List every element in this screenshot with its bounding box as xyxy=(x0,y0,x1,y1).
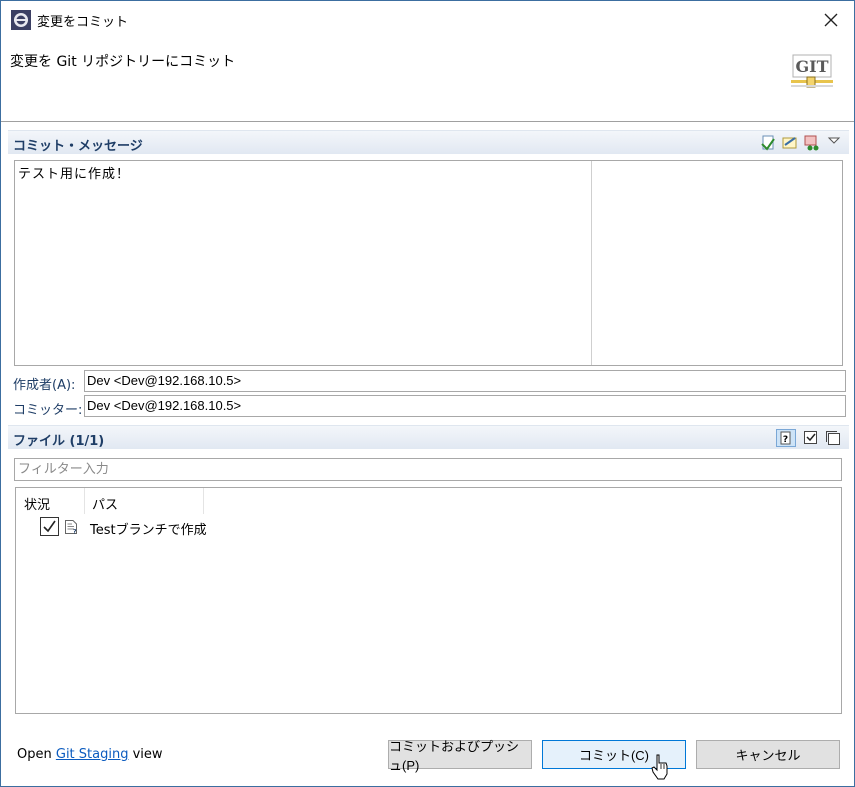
svg-text:?: ? xyxy=(73,529,77,535)
commit-message-editor[interactable]: テスト用に作成！ xyxy=(14,160,843,366)
column-header-status[interactable]: 状況 xyxy=(24,494,50,513)
window-title: 変更をコミット xyxy=(37,15,129,30)
check-icon xyxy=(43,520,56,533)
git-staging-link[interactable]: Git Staging xyxy=(56,747,129,762)
author-label: 作成者(A): xyxy=(13,378,76,393)
files-section-header: ファイル (1/1) ? xyxy=(8,425,849,449)
open-staging-view: Open Git Staging view xyxy=(17,747,163,762)
svg-text:?: ? xyxy=(783,435,788,445)
deselect-all-icon[interactable] xyxy=(825,430,841,446)
column-header-path[interactable]: パス xyxy=(92,494,118,513)
committer-field[interactable]: Dev <Dev@192.168.10.5> xyxy=(84,395,846,417)
commit-and-push-button[interactable]: コミットおよびプッシュ(P) xyxy=(388,739,532,773)
committer-label: コミッター: xyxy=(13,403,83,418)
title-bar[interactable]: 変更をコミット xyxy=(1,1,854,39)
cancel-button[interactable]: キャンセル xyxy=(696,740,840,769)
column-divider[interactable] xyxy=(84,488,85,514)
file-table: 状況 パス ? Testブランチで作成 xyxy=(15,487,842,714)
svg-text:GIT: GIT xyxy=(795,57,828,76)
amend-icon[interactable] xyxy=(760,135,776,151)
column-divider[interactable] xyxy=(203,488,204,514)
message-margin-divider xyxy=(591,161,592,365)
change-id-icon[interactable] xyxy=(804,135,820,151)
commit-dialog: 変更をコミット 変更を Git リポジトリーにコミット GIT コミット・メッセ… xyxy=(0,0,855,787)
git-logo-icon: GIT xyxy=(791,54,833,88)
header-description: 変更を Git リポジトリーにコミット xyxy=(10,54,236,70)
show-untracked-icon[interactable]: ? xyxy=(776,429,796,447)
file-checkbox[interactable] xyxy=(40,517,59,536)
untracked-file-icon: ? xyxy=(65,520,77,534)
file-path: Testブランチで作成 xyxy=(90,523,207,538)
mouse-pointer-icon xyxy=(651,754,668,780)
commit-message-title: コミット・メッセージ xyxy=(13,139,143,154)
view-menu-icon[interactable] xyxy=(826,133,842,149)
sign-off-icon[interactable] xyxy=(782,135,798,151)
commit-message-text[interactable]: テスト用に作成！ xyxy=(18,163,130,182)
commit-message-section-header: コミット・メッセージ xyxy=(8,130,849,154)
open-prefix: Open xyxy=(17,747,52,762)
close-button[interactable] xyxy=(808,1,854,39)
open-suffix: view xyxy=(132,747,163,762)
select-all-icon[interactable] xyxy=(803,430,819,446)
eclipse-icon xyxy=(11,10,31,30)
close-icon xyxy=(824,13,838,27)
file-filter-input[interactable]: フィルター入力 xyxy=(14,458,842,481)
dialog-header: 変更を Git リポジトリーにコミット GIT xyxy=(1,39,854,122)
files-title: ファイル (1/1) xyxy=(13,434,105,449)
author-field[interactable]: Dev <Dev@192.168.10.5> xyxy=(84,370,846,392)
